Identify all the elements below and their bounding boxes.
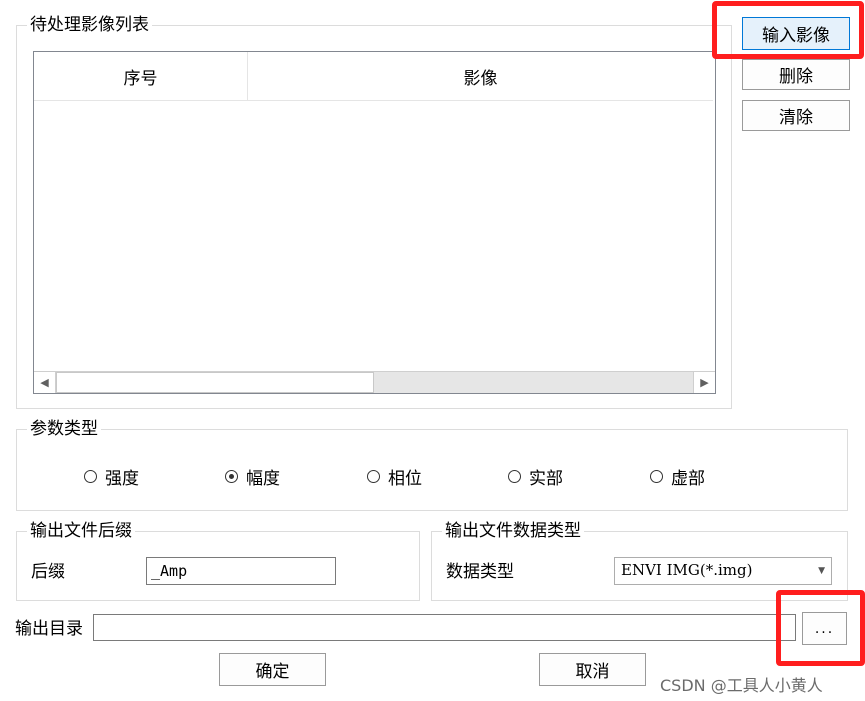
scroll-left-icon[interactable]: ◀ (34, 372, 56, 393)
radio-phase-indicator (367, 470, 380, 483)
browse-button[interactable]: ... (802, 612, 847, 645)
suffix-group-title: 输出文件后缀 (27, 521, 135, 541)
output-dir-input[interactable] (93, 614, 796, 641)
clear-button[interactable]: 清除 (742, 100, 850, 131)
chevron-down-icon[interactable]: ▼ (818, 566, 825, 576)
radio-amplitude[interactable]: 幅度 (225, 464, 280, 489)
radio-amplitude-indicator (225, 470, 238, 483)
radio-amplitude-label: 幅度 (246, 469, 280, 489)
input-image-button[interactable]: 输入影像 (742, 17, 850, 50)
radio-imaginary[interactable]: 虚部 (650, 464, 705, 489)
suffix-input[interactable]: _Amp (146, 557, 336, 585)
watermark-text: CSDN @工具人小黄人 (660, 676, 823, 695)
radio-real-label: 实部 (529, 469, 563, 489)
scroll-right-icon[interactable]: ▶ (693, 372, 715, 393)
radio-real[interactable]: 实部 (508, 464, 563, 489)
image-list-table[interactable]: 序号 影像 ◀ ▶ (33, 51, 716, 394)
table-header: 序号 影像 (34, 52, 713, 101)
radio-imaginary-indicator (650, 470, 663, 483)
radio-phase-label: 相位 (388, 469, 422, 489)
datatype-selected-value: ENVI IMG(*.img) (621, 561, 753, 579)
output-dir-label: 输出目录 (15, 619, 83, 639)
datatype-group-title: 输出文件数据类型 (442, 521, 584, 541)
horizontal-scrollbar[interactable]: ◀ ▶ (34, 371, 715, 393)
datatype-label: 数据类型 (446, 562, 514, 582)
image-list-group-title: 待处理影像列表 (27, 15, 152, 35)
param-type-group-title: 参数类型 (27, 419, 101, 439)
radio-intensity-label: 强度 (105, 469, 139, 489)
radio-phase[interactable]: 相位 (367, 464, 422, 489)
suffix-label: 后缀 (31, 562, 65, 582)
cancel-button[interactable]: 取消 (539, 653, 646, 686)
radio-intensity-indicator (84, 470, 97, 483)
radio-imaginary-label: 虚部 (671, 469, 705, 489)
column-header-index[interactable]: 序号 (34, 52, 248, 100)
column-header-image[interactable]: 影像 (248, 52, 713, 100)
radio-real-indicator (508, 470, 521, 483)
delete-button[interactable]: 删除 (742, 59, 850, 90)
scrollbar-track[interactable] (374, 372, 693, 393)
radio-intensity[interactable]: 强度 (84, 464, 139, 489)
param-type-group (16, 429, 848, 511)
ok-button[interactable]: 确定 (219, 653, 326, 686)
scrollbar-thumb[interactable] (56, 372, 374, 393)
datatype-select[interactable]: ENVI IMG(*.img) ▼ (614, 557, 832, 585)
